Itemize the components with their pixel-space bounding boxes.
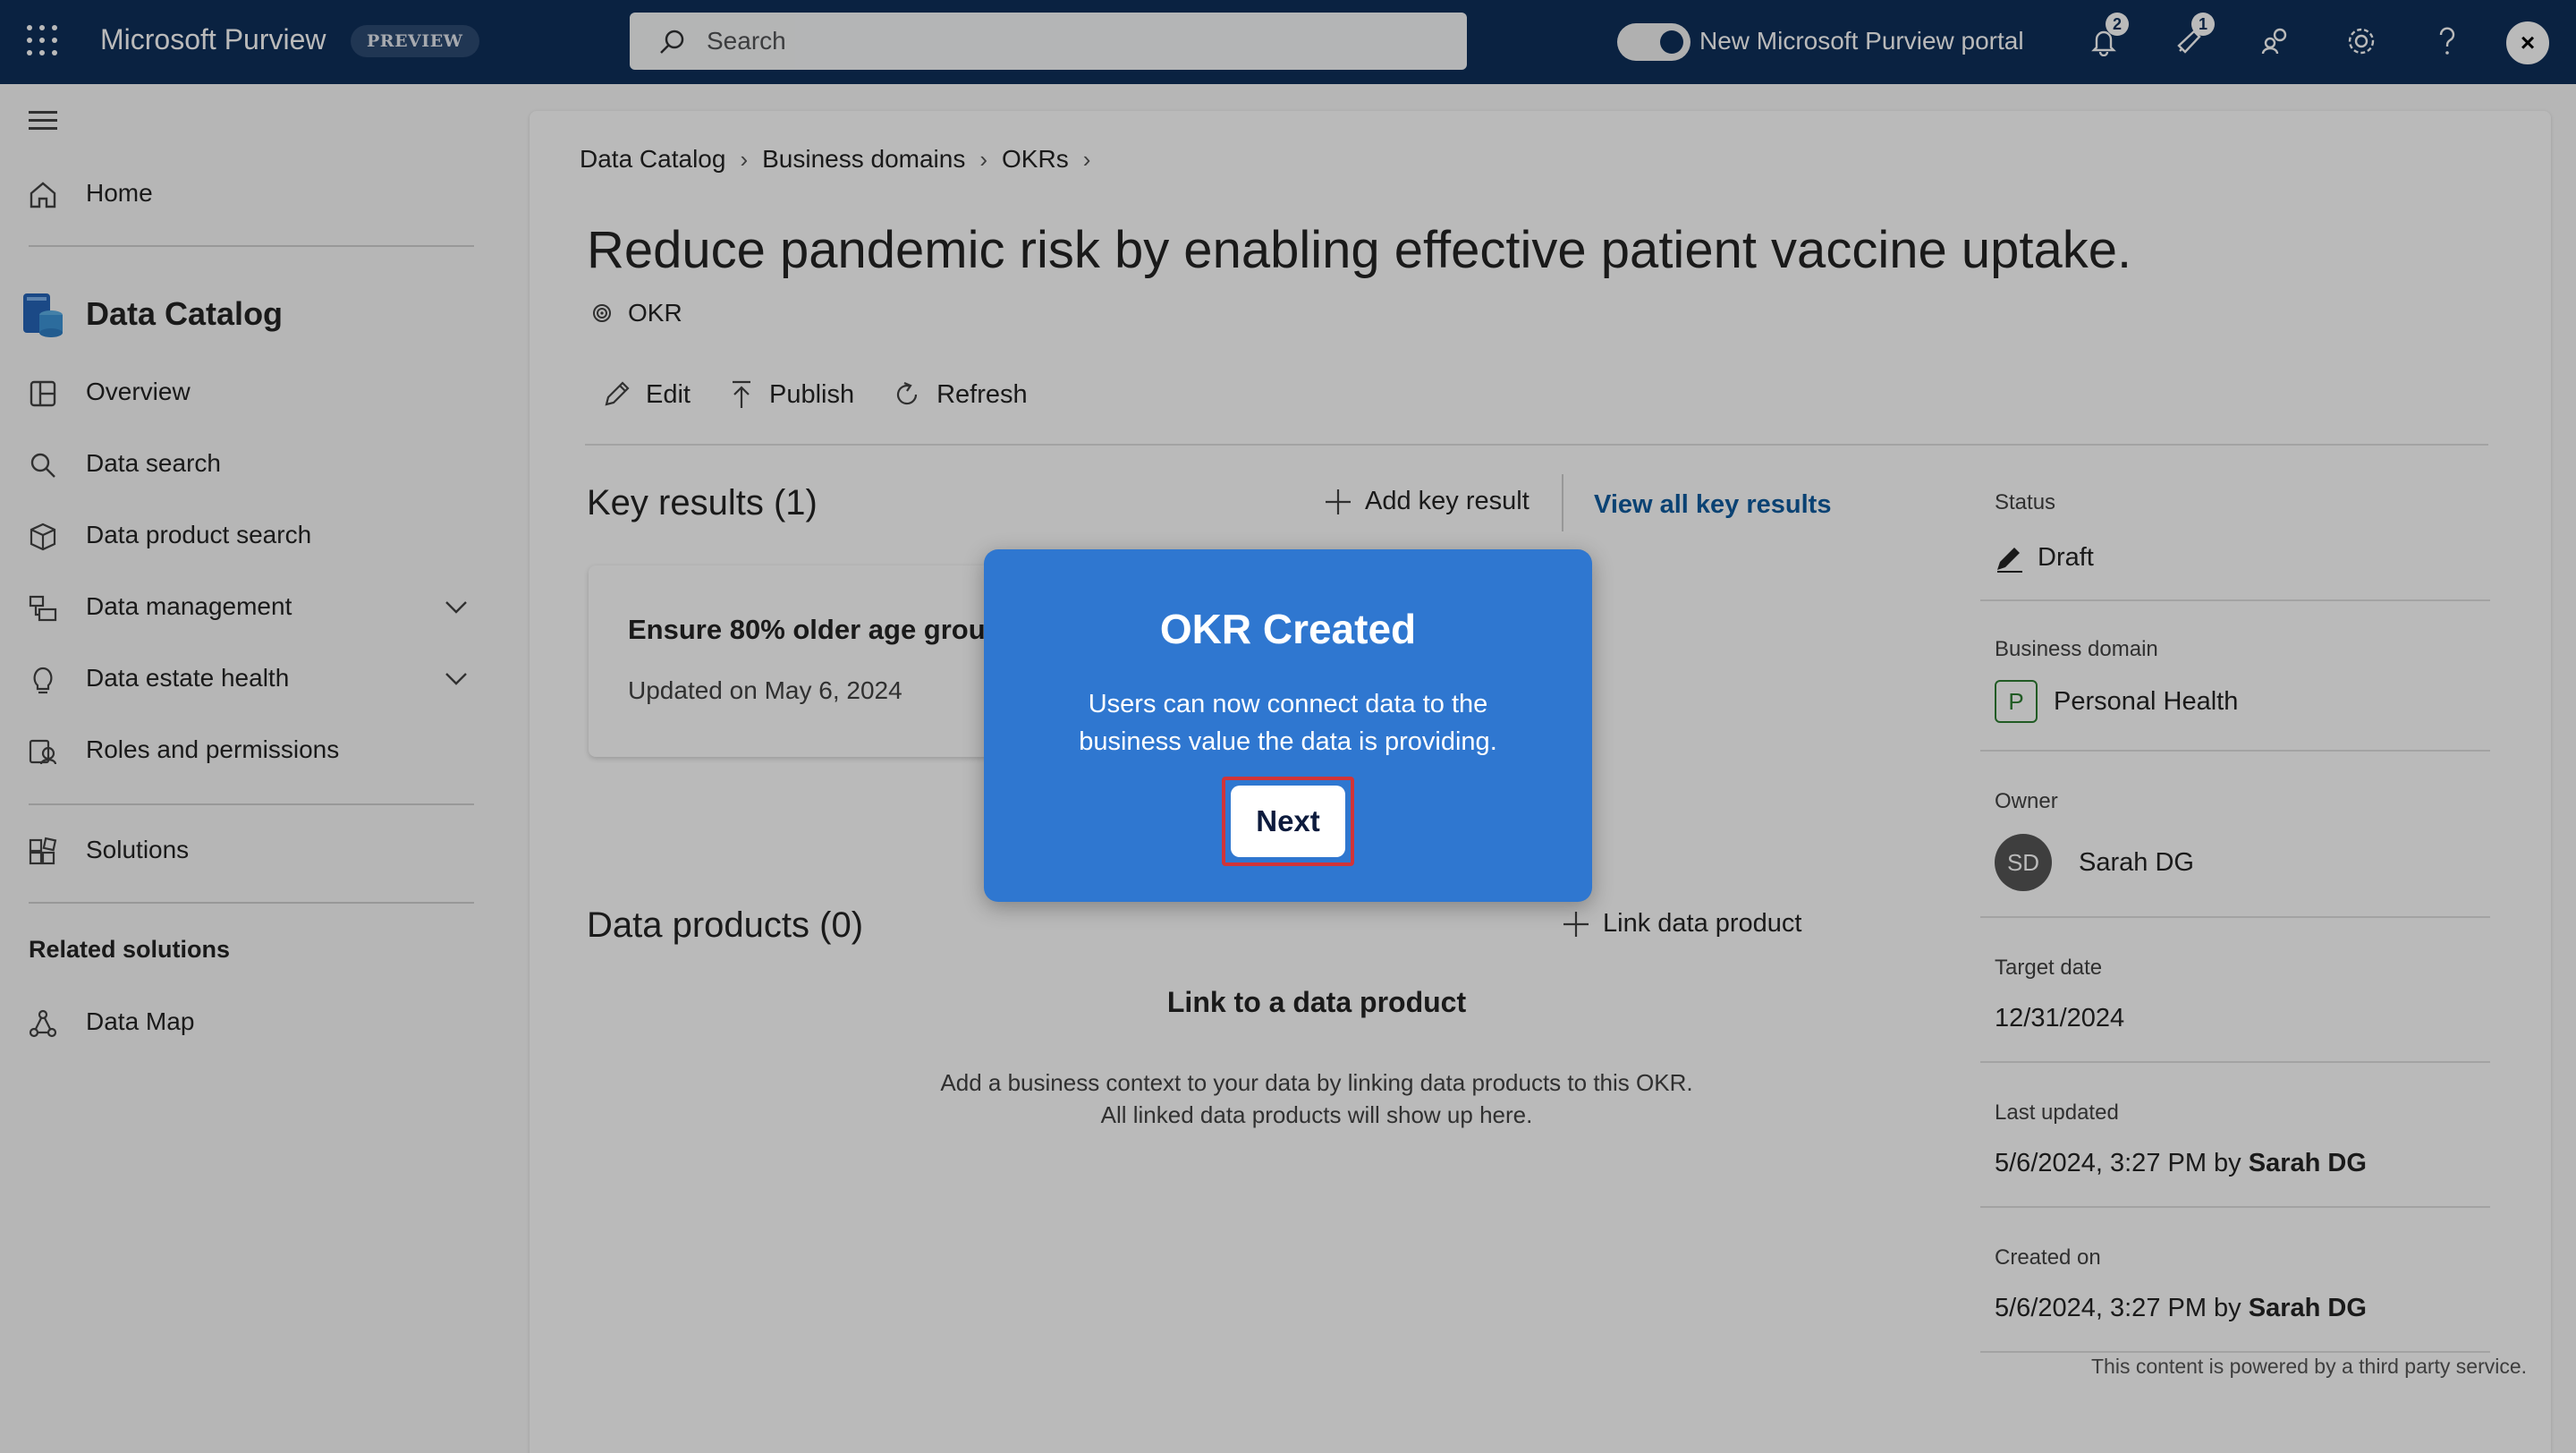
okr-created-dialog: OKR Created Users can now connect data t…: [984, 549, 1592, 902]
dialog-body: Users can now connect data to the busine…: [1079, 690, 1497, 756]
modal-overlay: OKR Created Users can now connect data t…: [0, 0, 2576, 1453]
dialog-title: OKR Created: [1159, 606, 1417, 652]
next-button[interactable]: Next: [1231, 786, 1345, 857]
